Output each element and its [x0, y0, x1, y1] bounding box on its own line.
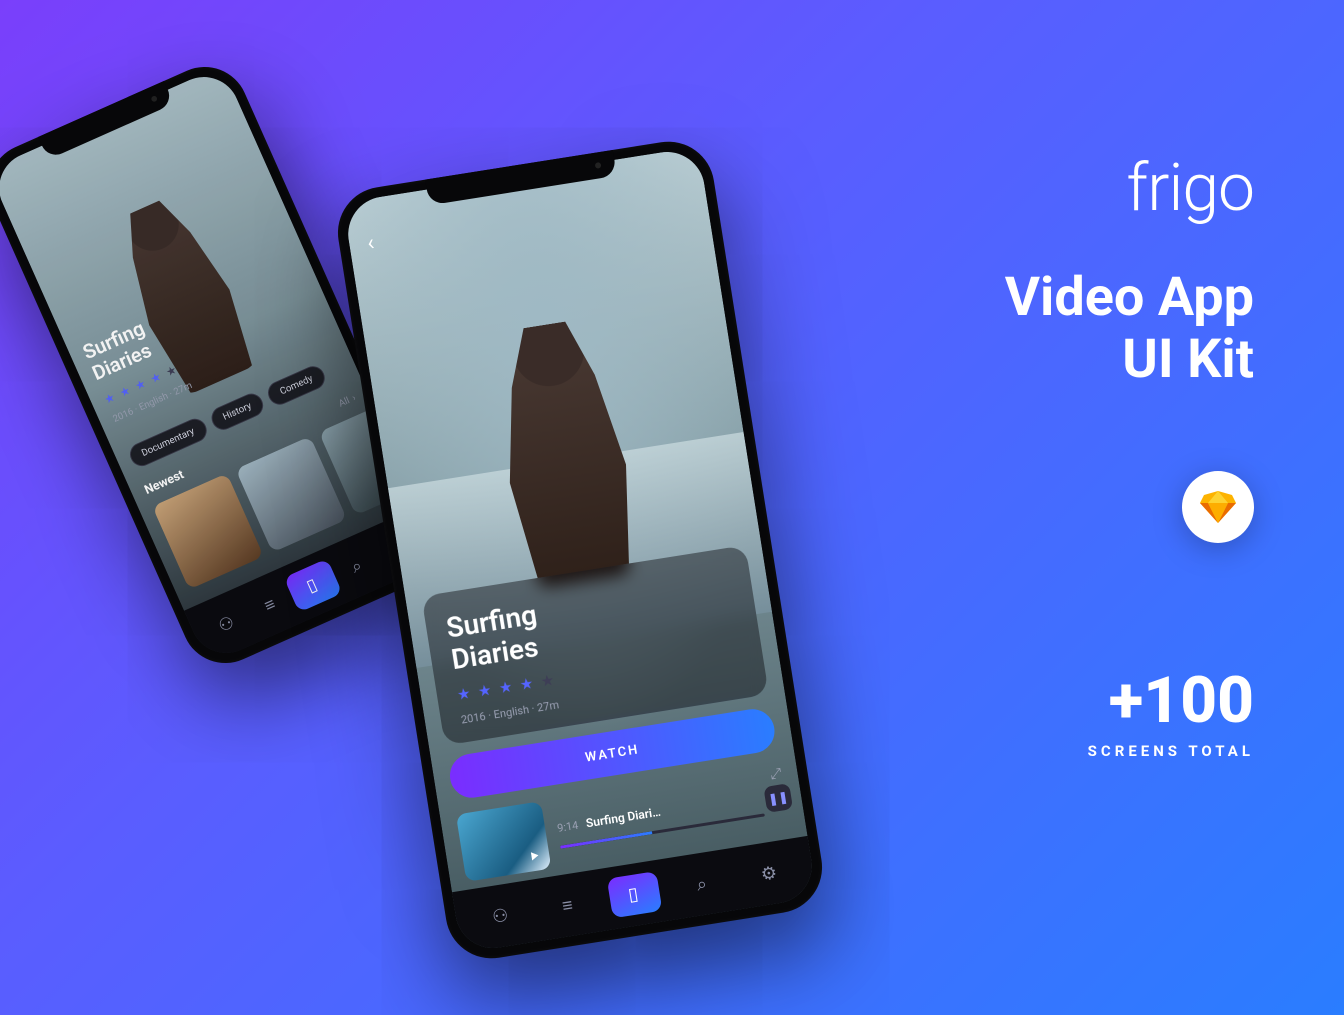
phone-icon: [625, 883, 645, 906]
stat-number: +100: [834, 663, 1254, 738]
stat-label: SCREENS TOTAL: [834, 742, 1254, 760]
gear-icon: ⚙: [759, 862, 778, 885]
now-playing-title: Surfing Diari…: [585, 805, 662, 831]
sketch-icon: [1200, 491, 1236, 523]
watch-label: WATCH: [584, 742, 640, 765]
promo-canvas: frigo Video App UI Kit +100 SCREENS TOTA…: [0, 0, 1344, 1015]
now-playing-thumb[interactable]: [456, 801, 552, 882]
screen-detail: ‹ Surfing Diaries ★ ★ ★ ★ ★ 2016 · Engli…: [343, 147, 817, 954]
tab-list[interactable]: ≡: [540, 882, 596, 929]
tab-settings[interactable]: ⚙: [741, 850, 797, 897]
tab-home[interactable]: [607, 871, 663, 918]
sketch-badge: [1182, 471, 1254, 543]
stat-block: +100 SCREENS TOTAL: [834, 663, 1254, 760]
search-icon: ⌕: [348, 555, 365, 577]
list-icon: ≡: [561, 894, 575, 916]
playback-time: 9:14: [556, 819, 579, 835]
headline-line1: Video App: [834, 267, 1254, 329]
marketing-panel: frigo Video App UI Kit +100 SCREENS TOTA…: [834, 150, 1254, 760]
user-icon: ⚇: [215, 612, 237, 636]
search-icon: ⌕: [695, 873, 708, 895]
tab-profile[interactable]: ⚇: [472, 892, 528, 939]
pause-icon: ❚❚: [767, 790, 789, 807]
pause-button[interactable]: ❚❚: [763, 783, 793, 813]
list-icon: ≡: [261, 594, 278, 616]
tab-search[interactable]: ⌕: [674, 860, 730, 907]
brand-logo: frigo: [834, 150, 1254, 227]
headline-line2: UI Kit: [834, 329, 1254, 391]
expand-icon[interactable]: ⤢: [769, 765, 783, 783]
headline: Video App UI Kit: [834, 267, 1254, 391]
phone-icon: [302, 573, 325, 598]
user-icon: ⚇: [491, 904, 510, 927]
phone-mockup-detail: ‹ Surfing Diaries ★ ★ ★ ★ ★ 2016 · Engli…: [331, 135, 828, 965]
